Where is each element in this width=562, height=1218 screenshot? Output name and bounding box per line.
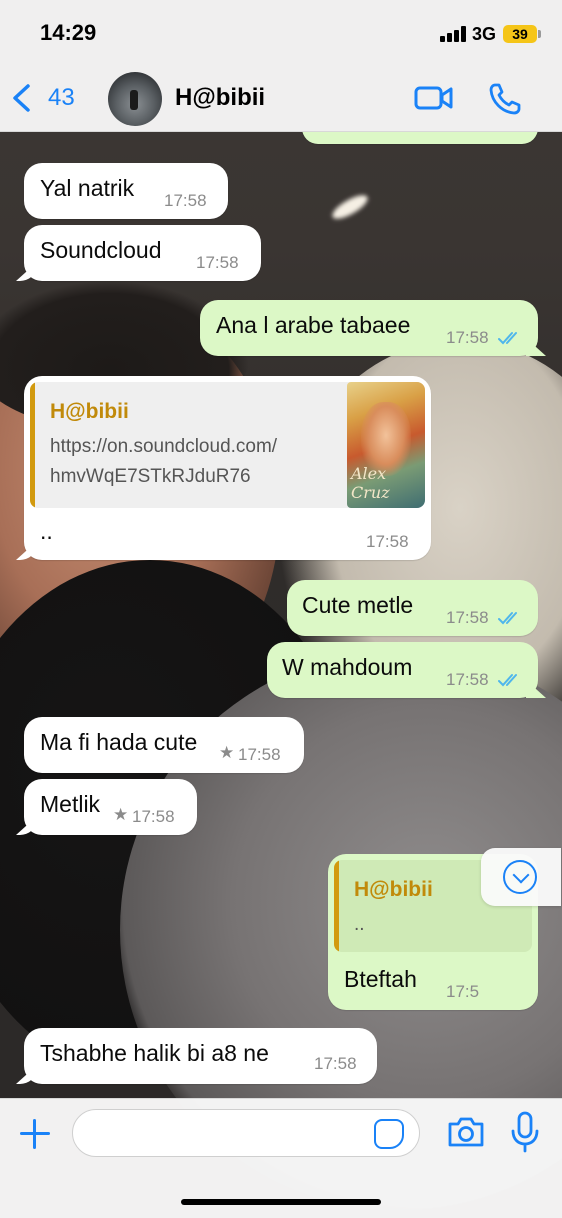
message-bubble-incoming[interactable]: Tshabhe halik bi a8 ne 17:58: [24, 1028, 377, 1084]
message-bubble-incoming[interactable]: Yal natrik 17:58: [24, 163, 228, 219]
chevron-down-icon: [503, 860, 537, 894]
message-text: ..: [40, 518, 53, 544]
phone-call-icon[interactable]: [488, 82, 522, 116]
read-ticks-icon: [498, 612, 517, 625]
chat-nav: 43 H@bibii: [0, 66, 562, 130]
contact-name[interactable]: H@bibii: [175, 84, 265, 112]
network-type: 3G: [472, 24, 497, 44]
quote-bar: [30, 382, 35, 508]
read-ticks-icon: [498, 332, 517, 345]
message-time: 17:58: [446, 670, 489, 689]
avatar[interactable]: [108, 72, 162, 126]
message-bubble-incoming[interactable]: Ma fi hada cute ★ 17:58: [24, 717, 304, 773]
battery-icon: 39: [503, 25, 537, 43]
video-call-icon[interactable]: [414, 84, 454, 112]
message-time: 17:58: [446, 608, 489, 627]
camera-icon[interactable]: [446, 1115, 486, 1149]
quote-bar: [334, 860, 339, 952]
message-text: Ana l arabe tabaee: [216, 312, 411, 338]
message-text: Bteftah: [344, 966, 417, 992]
message-bubble-outgoing[interactable]: W mahdoum 17:58: [267, 642, 538, 698]
quote-text: ..: [354, 914, 365, 935]
starred-icon: ★: [113, 805, 129, 824]
input-bar: [0, 1098, 562, 1218]
quote-sender-name: H@bibii: [354, 878, 433, 901]
message-bubble-incoming[interactable]: Metlik ★ 17:58: [24, 779, 197, 835]
message-text: Tshabhe halik bi a8 ne: [40, 1040, 269, 1066]
battery-level: 39: [512, 26, 528, 42]
quote-sender-name: H@bibii: [50, 400, 129, 423]
message-bubble-incoming-link[interactable]: H@bibii https://on.soundcloud.com/ hmvWq…: [24, 376, 431, 560]
home-indicator[interactable]: [181, 1199, 381, 1205]
status-time: 14:29: [40, 20, 97, 45]
message-time: 17:58: [132, 807, 175, 826]
message-text: W mahdoum: [282, 654, 413, 680]
message-text: Yal natrik: [40, 175, 135, 201]
message-time: 17:58: [238, 745, 281, 764]
link-url-line-1: https://on.soundcloud.com/: [50, 436, 278, 457]
link-url-line-2: hmvWqE7STkRJduR76: [50, 466, 251, 487]
message-bubble-outgoing[interactable]: Ana l arabe tabaee 17:58: [200, 300, 538, 356]
message-time: 17:58: [366, 532, 409, 551]
thumbnail-signature: Alex Cruz: [351, 464, 390, 502]
message-bubble-partial[interactable]: [302, 132, 538, 144]
message-input[interactable]: [72, 1109, 420, 1157]
back-chevron-icon: [13, 84, 30, 112]
battery-tip: [538, 30, 541, 38]
message-time: 17:5: [446, 982, 480, 1001]
message-time: 17:58: [446, 328, 489, 347]
message-bubble-outgoing[interactable]: Cute metle 17:58: [287, 580, 538, 636]
sticker-icon[interactable]: [374, 1119, 404, 1149]
message-time: 17:58: [314, 1054, 357, 1073]
message-list[interactable]: Yal natrik 17:58 Soundcloud 17:58 Ana l …: [0, 132, 562, 1098]
read-ticks-icon: [498, 674, 517, 687]
message-text: Ma fi hada cute: [40, 729, 198, 755]
plus-icon[interactable]: [18, 1117, 52, 1151]
signal-icon: [440, 26, 468, 42]
back-button[interactable]: 43: [10, 78, 75, 118]
message-time: 17:58: [164, 191, 207, 210]
chat-header: 14:29 3G 39 43 H@bibii: [0, 0, 562, 132]
message-time: 17:58: [196, 253, 239, 272]
link-preview[interactable]: H@bibii https://on.soundcloud.com/ hmvWq…: [30, 382, 425, 508]
link-thumbnail: Alex Cruz: [347, 382, 425, 508]
status-bar: 14:29 3G 39: [0, 0, 562, 60]
message-bubble-incoming[interactable]: Soundcloud 17:58: [24, 225, 261, 281]
microphone-icon[interactable]: [510, 1111, 540, 1153]
unread-count: 43: [48, 84, 75, 111]
message-text: Cute metle: [302, 592, 414, 618]
message-text: Metlik: [40, 791, 101, 817]
message-text: Soundcloud: [40, 237, 162, 263]
scroll-to-bottom-button[interactable]: [481, 848, 561, 906]
starred-icon: ★: [219, 743, 235, 762]
